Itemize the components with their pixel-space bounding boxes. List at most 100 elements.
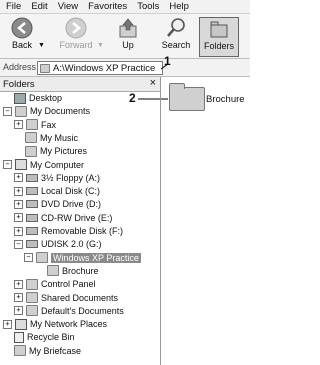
network-icon: [15, 318, 27, 330]
folder-icon: [25, 132, 37, 144]
expand-icon[interactable]: +: [14, 120, 23, 130]
folder-icon: [15, 105, 27, 117]
search-label: Search: [161, 40, 191, 50]
expand-icon[interactable]: +: [14, 226, 23, 236]
content-area: Brochure: [161, 77, 250, 365]
bin-icon: [14, 331, 24, 343]
expand-icon[interactable]: +: [14, 279, 23, 289]
computer-icon: [15, 159, 27, 170]
brochure-folder-icon[interactable]: [169, 83, 205, 111]
tree-item-label: DVD Drive (D:): [41, 199, 101, 210]
briefcase-icon: [14, 345, 26, 357]
drive-icon: [26, 187, 38, 196]
expand-icon[interactable]: +: [14, 199, 23, 209]
collapse-icon[interactable]: −: [14, 239, 23, 249]
tree-item-label: Desktop: [29, 93, 63, 103]
tree-item-label: 3½ Floppy (A:): [41, 172, 101, 183]
address-label: Address: [3, 62, 37, 72]
tree-item[interactable]: + Fax: [14, 119, 56, 131]
menu-tools[interactable]: Tools: [137, 1, 159, 12]
forward-button[interactable]: Forward: [56, 17, 96, 55]
menu-edit[interactable]: Edit: [31, 1, 47, 12]
tree-item[interactable]: + Removable Disk (F:): [14, 225, 123, 237]
forward-arrow-icon: [65, 17, 87, 39]
tree-item-label: My Computer: [30, 159, 85, 170]
collapse-icon[interactable]: −: [3, 106, 12, 116]
tree-item-label: My Network Places: [30, 319, 108, 330]
tree-item-label: Default's Documents: [41, 305, 124, 316]
tree-item[interactable]: +3½ Floppy (A:): [14, 172, 100, 184]
search-icon: [167, 18, 185, 37]
tree-item-label: My Briefcase: [29, 345, 82, 356]
menu-favorites[interactable]: Favorites: [88, 1, 127, 12]
tree-item[interactable]: + My Network Places: [3, 318, 107, 330]
tree-item[interactable]: − My Computer: [3, 159, 84, 171]
tree-item[interactable]: − Windows XP Practice: [24, 252, 141, 264]
tree-item[interactable]: + Default's Documents: [14, 305, 124, 317]
close-icon[interactable]: ×: [150, 77, 156, 89]
expand-icon[interactable]: +: [14, 173, 23, 183]
tree-item-label: Control Panel: [41, 279, 96, 290]
collapse-icon[interactable]: −: [3, 160, 12, 169]
tree-item[interactable]: − UDISK 2.0 (G:): [14, 238, 102, 250]
tree-item[interactable]: + Shared Documents: [14, 292, 118, 304]
tree-item-label: Removable Disk (F:): [41, 226, 124, 236]
desktop-icon: [14, 92, 26, 104]
menu-file[interactable]: File: [6, 1, 21, 12]
tree-item-label: Shared Documents: [41, 292, 119, 303]
tree-item[interactable]: + Local Disk (C:): [14, 185, 100, 197]
up-label: Up: [122, 40, 134, 50]
tree-item[interactable]: + DVD Drive (D:): [14, 198, 101, 210]
expand-icon[interactable]: +: [14, 186, 23, 196]
expand-icon[interactable]: +: [14, 293, 23, 302]
tree-item[interactable]: + Control Panel: [14, 278, 96, 290]
drive-icon: [26, 173, 38, 182]
address-bar: Address A:\Windows XP Practice: [0, 59, 250, 77]
tree-item[interactable]: Desktop: [3, 92, 62, 104]
folders-icon: [210, 21, 228, 38]
up-folder-icon: [119, 18, 137, 38]
back-label: Back: [11, 40, 32, 50]
back-dropdown-icon[interactable]: ▼: [38, 42, 45, 49]
folders-button[interactable]: Folders: [199, 17, 239, 57]
tree-item-label: My Pictures: [40, 146, 88, 157]
tree-item[interactable]: + CD-RW Drive (E:): [14, 212, 112, 224]
folder-icon: [36, 252, 48, 264]
search-button[interactable]: Search: [160, 17, 192, 55]
expand-icon[interactable]: +: [3, 319, 12, 329]
folder-icon: [26, 292, 38, 303]
folders-pane-title: Folders: [3, 79, 35, 90]
folder-icon: [26, 305, 38, 317]
drive-icon: [26, 227, 38, 235]
expand-icon[interactable]: +: [14, 306, 23, 316]
forward-dropdown-icon[interactable]: ▼: [97, 42, 104, 49]
tree-item-label: Brochure: [62, 265, 99, 276]
menu-help[interactable]: Help: [169, 1, 189, 12]
folder-icon: [47, 265, 59, 277]
collapse-icon[interactable]: −: [24, 253, 33, 263]
tree-item-label: Local Disk (C:): [41, 186, 101, 197]
address-field[interactable]: A:\Windows XP Practice: [37, 61, 163, 75]
tree-item[interactable]: My Pictures: [14, 145, 87, 157]
expand-icon[interactable]: +: [14, 213, 23, 223]
brochure-folder-label[interactable]: Brochure: [206, 94, 245, 105]
tree-item[interactable]: − My Documents: [3, 105, 90, 117]
tree-item[interactable]: Recycle Bin: [3, 331, 75, 343]
tree-item-label: CD-RW Drive (E:): [41, 212, 113, 223]
tree-item-label: UDISK 2.0 (G:): [41, 239, 102, 250]
folders-pane: Folders × Desktop − My Documents + Fax My Mus…: [0, 77, 161, 365]
tree-item[interactable]: My Briefcase: [3, 345, 81, 357]
tree-item-label: My Music: [40, 132, 78, 143]
folders-label: Folders: [203, 41, 234, 51]
tree-item-label: Fax: [41, 119, 57, 130]
tree-item[interactable]: My Music: [14, 132, 78, 144]
menu-bar: File Edit View Favorites Tools Help: [0, 0, 250, 14]
back-button[interactable]: Back: [6, 17, 38, 55]
up-button[interactable]: Up: [115, 17, 141, 55]
drive-icon: [26, 240, 38, 249]
folder-icon: [25, 145, 37, 157]
tree-item[interactable]: Brochure: [36, 265, 99, 277]
menu-view[interactable]: View: [58, 1, 78, 12]
folder-icon: [26, 278, 38, 290]
drive-icon: [26, 200, 38, 209]
